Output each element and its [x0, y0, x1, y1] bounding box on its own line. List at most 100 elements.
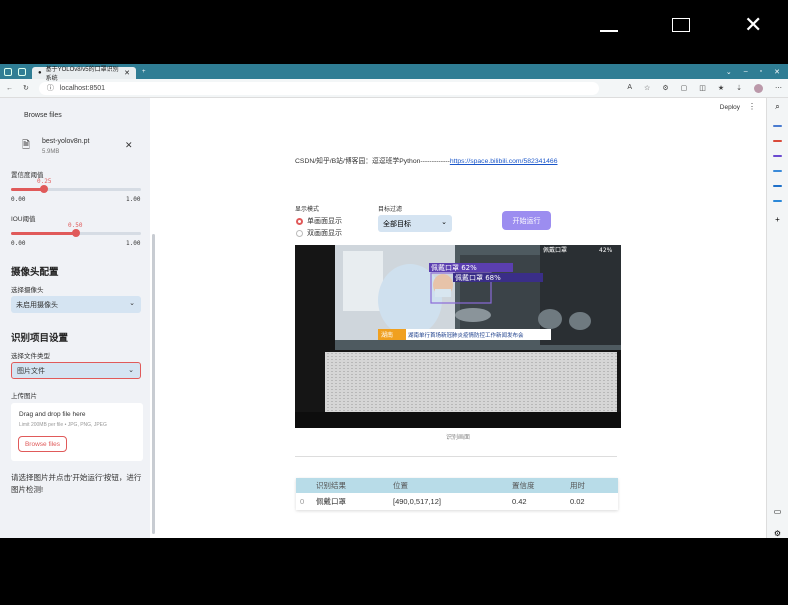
filetype-select-value: 图片文件	[17, 367, 45, 375]
main-area: Deploy ⋮ CSDN/知乎/B站/博客园：逗逗班学Python------…	[150, 98, 766, 538]
image-caption: 识别画面	[445, 435, 470, 441]
shopping-icon[interactable]	[773, 140, 782, 142]
camera-select[interactable]: 未启用摄像头 ⌄	[11, 296, 141, 313]
restore-icon[interactable]: ▫	[760, 68, 762, 76]
iou-max: 1.00	[126, 240, 141, 247]
camera-select-value: 未启用摄像头	[16, 301, 58, 309]
iou-slider-handle[interactable]	[72, 229, 80, 237]
close-icon[interactable]: ✕	[774, 68, 780, 76]
corner-text: 42%	[599, 247, 613, 254]
news-brand-text: 湖南	[381, 331, 393, 339]
news-ticker-text: 湖南单行首场新冠肺炎疫情防控工作新闻发布会	[408, 331, 524, 339]
games-icon[interactable]	[773, 170, 782, 172]
discover-icon[interactable]	[773, 125, 782, 127]
row-time: 0.02	[570, 497, 585, 506]
upload-drag-text: Drag and drop file here	[19, 411, 86, 418]
more-icon[interactable]: ⋯	[775, 84, 782, 93]
favorites-icon[interactable]: ☆	[644, 84, 650, 93]
table-row[interactable]: 0 佩戴口罩 [490,0,517,12] 0.42 0.02	[296, 493, 618, 510]
split-screen-icon[interactable]: ◫	[699, 84, 706, 93]
conf-slider[interactable]	[11, 185, 141, 193]
bilibili-link[interactable]: https://space.bilibili.com/582341466	[450, 158, 558, 165]
read-aloud-icon[interactable]: A	[627, 84, 632, 93]
workspace-icon[interactable]	[4, 67, 12, 76]
radio-dual-label: 双画面显示	[307, 230, 342, 237]
screen-icon[interactable]: ▭	[774, 507, 782, 516]
browse-files-button[interactable]: Browse files	[18, 436, 67, 452]
file-icon: 🗎	[22, 140, 31, 151]
avatar[interactable]	[754, 83, 763, 93]
page-content: Browse files 🗎 best-yolov8n.pt 5.9MB ✕ 置…	[0, 98, 766, 538]
radio-single-dot[interactable]	[296, 217, 303, 225]
results-table: 识别结果 位置 置信度 用时 0 佩戴口罩 [490,0,517,12] 0.4…	[296, 478, 618, 510]
table-header: 识别结果 位置 置信度 用时	[296, 478, 618, 493]
iou-value: 0.50	[68, 222, 83, 229]
desktop-screen: ✕ ● 基于YOLOv8/v5的口罩识别系统 ✕ + ⌄ – ▫ ✕ ← ↻ ⓘ	[0, 0, 788, 605]
chevron-down-icon[interactable]: ⌄	[726, 68, 732, 76]
outlook-icon[interactable]	[773, 185, 782, 187]
remove-file-icon[interactable]: ✕	[125, 140, 133, 151]
tab-actions-icon[interactable]	[18, 67, 26, 76]
row-result: 佩戴口罩	[316, 497, 346, 506]
extensions-icon[interactable]: ⚙	[662, 84, 668, 93]
project-header: 识别项目设置	[11, 333, 69, 344]
collections-icon[interactable]: ▢	[681, 84, 688, 93]
add-icon[interactable]: +	[775, 215, 780, 224]
edge-sidebar: ⌕ + ▭ ⚙	[766, 98, 788, 538]
row-index: 0	[300, 497, 305, 506]
sidebar-message: 请选择图片并点击'开始运行'按钮，进行图片检测!	[11, 473, 142, 494]
row-position: [490,0,517,12]	[393, 497, 441, 506]
minimize-button[interactable]	[600, 12, 618, 38]
browse-files-top[interactable]: Browse files	[24, 112, 62, 119]
filetype-select[interactable]: 图片文件 ⌄	[11, 362, 141, 379]
url-field[interactable]: ⓘ localhost:8501	[38, 81, 599, 95]
det3-text: 佩戴口罩	[543, 246, 567, 254]
minimize-icon[interactable]: –	[744, 68, 748, 76]
iou-min: 0.00	[11, 240, 26, 247]
conf-min: 0.00	[11, 196, 26, 203]
main-menu-icon[interactable]: ⋮	[748, 102, 756, 111]
drop-icon[interactable]	[773, 200, 782, 202]
maximize-button[interactable]	[672, 12, 690, 38]
col-confidence[interactable]: 置信度	[512, 480, 570, 491]
tab-bar: ● 基于YOLOv8/v5的口罩识别系统 ✕ + ⌄ – ▫ ✕	[0, 64, 788, 82]
csdn-line: CSDN/知乎/B站/博客园：逗逗班学Python-------------ht…	[295, 155, 558, 165]
new-tab-button[interactable]: +	[142, 69, 146, 75]
radio-dual[interactable]: 双画面显示	[296, 228, 342, 238]
upload-dropzone[interactable]: Drag and drop file here Limit 200MB per …	[11, 403, 143, 461]
radio-single[interactable]: 单画面显示	[296, 216, 342, 226]
back-icon[interactable]: ←	[6, 85, 13, 92]
search-icon[interactable]: ⌕	[775, 102, 779, 112]
tab-close-icon[interactable]: ✕	[124, 69, 130, 77]
downloads-icon[interactable]: ⇣	[736, 84, 742, 93]
conf-slider-handle[interactable]	[39, 185, 48, 193]
chevron-down-icon: ⌄	[128, 367, 134, 374]
col-time[interactable]: 用时	[570, 480, 616, 491]
iou-slider[interactable]	[11, 229, 141, 237]
col-result[interactable]: 识别结果	[316, 480, 393, 491]
file-name: best-yolov8n.pt	[42, 138, 90, 145]
csdn-text: CSDN/知乎/B站/博客园：逗逗班学Python-------------	[295, 158, 450, 165]
mode-label: 显示模式	[295, 207, 320, 213]
col-position[interactable]: 位置	[393, 480, 512, 491]
close-button[interactable]: ✕	[744, 12, 762, 38]
filter-select[interactable]: 全部目标 ⌄	[378, 215, 452, 232]
conf-value: 0.25	[37, 178, 52, 185]
camera-header: 摄像头配置	[11, 267, 59, 278]
row-confidence: 0.42	[512, 497, 527, 506]
run-button[interactable]: 开始运行	[502, 211, 551, 230]
det2-text: 佩戴口罩 68%	[455, 273, 501, 282]
divider	[295, 456, 617, 457]
tools-icon[interactable]	[773, 155, 782, 157]
iou-label: IOU阈值	[11, 216, 36, 223]
tab-active[interactable]: ● 基于YOLOv8/v5的口罩识别系统 ✕	[32, 67, 136, 82]
url-text: localhost:8501	[59, 84, 106, 92]
info-icon[interactable]: ⓘ	[47, 83, 54, 93]
radio-dual-dot[interactable]	[296, 229, 303, 237]
deploy-button[interactable]: Deploy	[720, 104, 740, 111]
refresh-icon[interactable]: ↻	[23, 84, 29, 92]
camera-label: 选择摄像头	[11, 287, 44, 294]
settings-gear-icon[interactable]: ⚙	[774, 529, 781, 538]
chevron-down-icon: ⌄	[129, 300, 135, 307]
favorites-bar-icon[interactable]: ★	[718, 84, 724, 93]
